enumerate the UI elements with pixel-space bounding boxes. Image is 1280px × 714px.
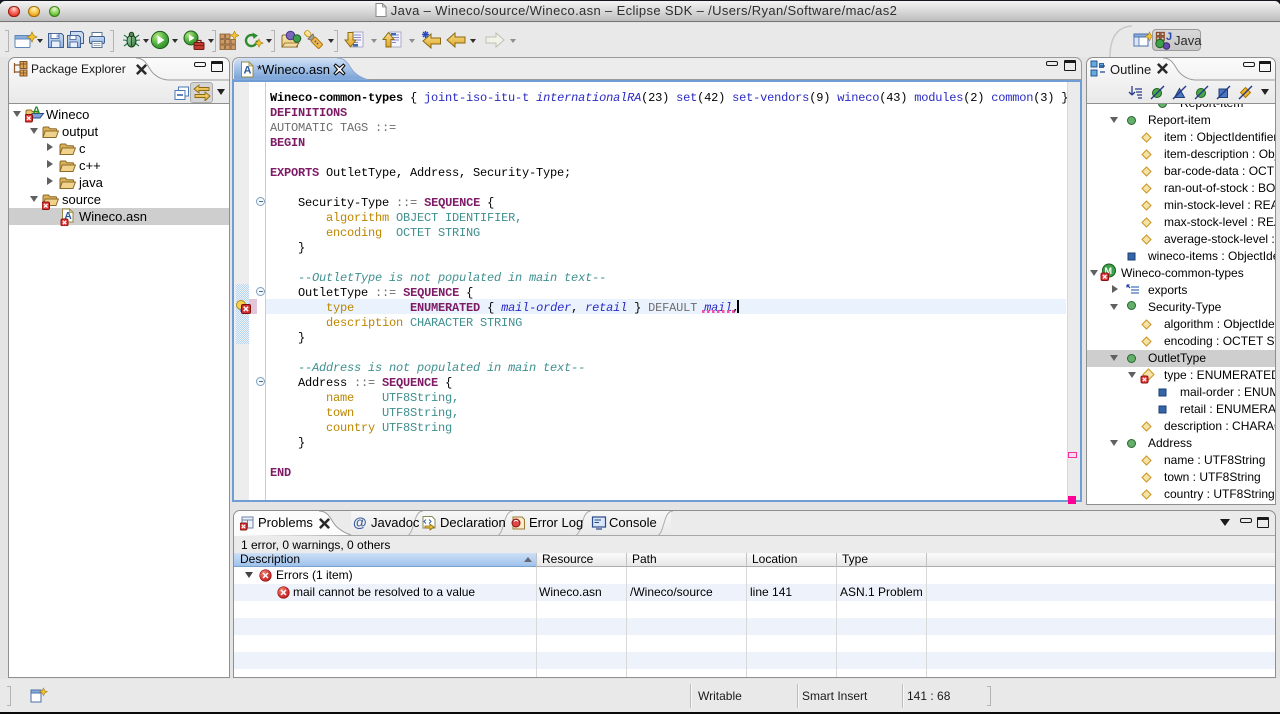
svg-text:A: A [33,105,41,117]
svg-text:J: J [1166,31,1172,43]
svg-text:A: A [244,65,252,77]
